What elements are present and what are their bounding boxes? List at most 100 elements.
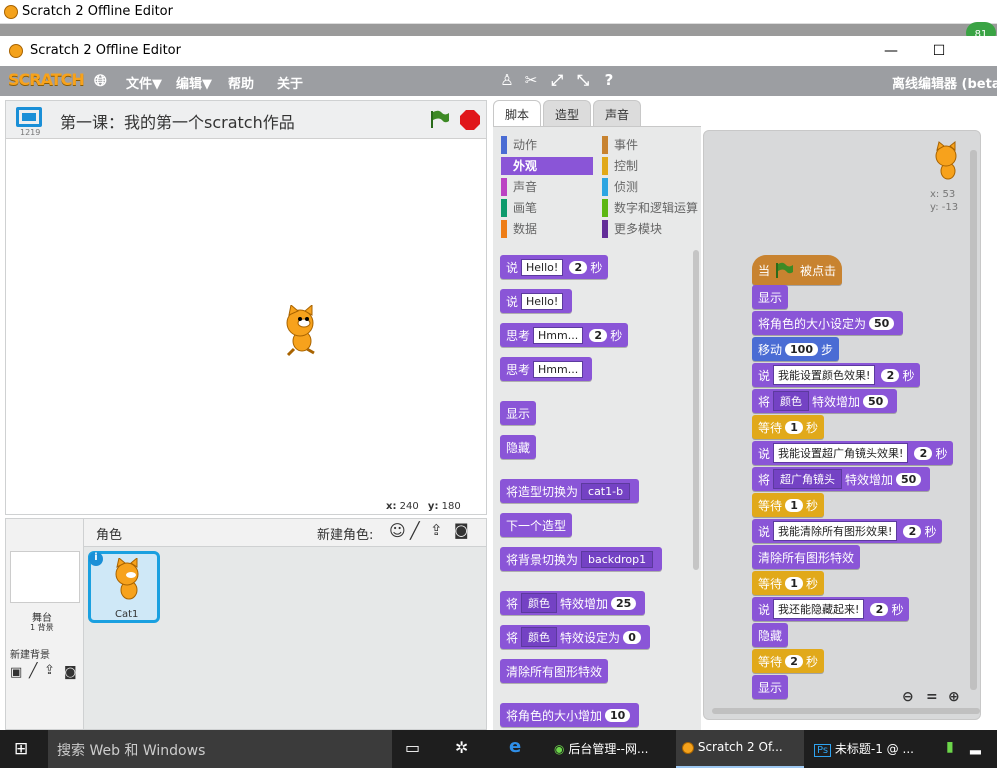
menu-help[interactable]: 帮助 bbox=[228, 73, 254, 92]
text-input[interactable]: Hello! bbox=[521, 292, 564, 310]
pinwheel-icon[interactable]: ✲ bbox=[455, 738, 468, 757]
number-input[interactable]: 1 bbox=[785, 498, 804, 512]
duplicate-icon[interactable]: ♙ bbox=[497, 71, 517, 91]
block-change-effect[interactable]: 将 颜色 特效增加 25 bbox=[500, 591, 646, 615]
camera-sprite-icon[interactable]: ◙ bbox=[454, 521, 469, 539]
menu-edit[interactable]: 编辑▼ bbox=[176, 73, 212, 92]
shrink-icon[interactable]: ⤡ bbox=[573, 71, 593, 91]
block-say[interactable]: 说 Hello! bbox=[500, 289, 573, 313]
menu-about[interactable]: 关于 bbox=[277, 73, 303, 92]
block-change-effect[interactable]: 将 颜色 特效增加 50 bbox=[752, 389, 898, 413]
block-set-size[interactable]: 将角色的大小设定为 50 bbox=[752, 311, 904, 335]
block-when-flag-clicked[interactable]: 当 被点击 bbox=[752, 255, 843, 285]
block-wait[interactable]: 等待 1 秒 bbox=[752, 571, 825, 595]
help-icon[interactable]: ? bbox=[599, 71, 619, 91]
text-input[interactable]: 我能设置超广角镜头效果! bbox=[773, 443, 909, 463]
battery-icon[interactable]: ▮ bbox=[946, 739, 954, 755]
effect-dropdown[interactable]: 超广角镜头 bbox=[773, 469, 843, 489]
number-input[interactable]: 50 bbox=[896, 472, 922, 486]
cat-sprite[interactable] bbox=[274, 305, 326, 357]
number-input[interactable]: 0 bbox=[623, 630, 642, 644]
tab-scripts[interactable]: 脚本 bbox=[493, 100, 541, 126]
number-input[interactable]: 1 bbox=[785, 420, 804, 434]
script-area-vertical-scrollbar[interactable] bbox=[970, 150, 977, 690]
maximize-button[interactable]: ☐ bbox=[916, 36, 962, 66]
block-say-for-secs[interactable]: 说 我能设置颜色效果! 2 秒 bbox=[752, 363, 921, 387]
number-input[interactable]: 100 bbox=[785, 342, 818, 356]
category-operators[interactable]: 数字和逻辑运算 bbox=[602, 199, 698, 217]
number-input[interactable]: 50 bbox=[863, 394, 889, 408]
stage-canvas[interactable] bbox=[6, 139, 486, 499]
green-flag-icon[interactable] bbox=[428, 108, 450, 130]
script-area-horizontal-scrollbar[interactable] bbox=[712, 708, 980, 714]
grow-icon[interactable]: ⤢ bbox=[547, 71, 567, 91]
number-input[interactable]: 50 bbox=[869, 316, 895, 330]
block-switch-backdrop[interactable]: 将背景切换为 backdrop1 bbox=[500, 547, 663, 571]
cut-icon[interactable]: ✂ bbox=[521, 71, 541, 91]
task-view-icon[interactable]: ▭ bbox=[405, 738, 420, 757]
effect-dropdown[interactable]: 颜色 bbox=[521, 593, 558, 613]
upload-backdrop-icon[interactable]: ⇪ bbox=[44, 663, 55, 678]
block-clear-effects[interactable]: 清除所有图形特效 bbox=[500, 659, 609, 683]
block-show[interactable]: 显示 bbox=[500, 401, 537, 425]
text-input[interactable]: Hello! bbox=[521, 258, 564, 276]
number-input[interactable]: 25 bbox=[611, 596, 637, 610]
sprite-thumbnail-cat1[interactable]: i Cat1 bbox=[88, 551, 160, 623]
block-set-effect[interactable]: 将 颜色 特效设定为 0 bbox=[500, 625, 651, 649]
block-wait[interactable]: 等待 2 秒 bbox=[752, 649, 825, 673]
block-show[interactable]: 显示 bbox=[752, 285, 789, 309]
text-input[interactable]: Hmm... bbox=[533, 326, 584, 344]
number-input[interactable]: 2 bbox=[785, 654, 804, 668]
category-looks[interactable]: 外观 bbox=[501, 157, 593, 175]
category-data[interactable]: 数据 bbox=[501, 220, 593, 238]
text-input[interactable]: 我能设置颜色效果! bbox=[773, 365, 876, 385]
category-events[interactable]: 事件 bbox=[602, 136, 698, 154]
taskbar-item-admin[interactable]: ◉ 后台管理--网... bbox=[548, 730, 672, 768]
number-input[interactable]: 2 bbox=[914, 446, 933, 460]
palette-scrollbar[interactable] bbox=[693, 250, 699, 570]
tab-sounds[interactable]: 声音 bbox=[593, 100, 641, 126]
number-input[interactable]: 2 bbox=[903, 524, 922, 538]
block-say-for-secs[interactable]: 说 我能设置超广角镜头效果! 2 秒 bbox=[752, 441, 954, 465]
category-pen[interactable]: 画笔 bbox=[501, 199, 593, 217]
number-input[interactable]: 1 bbox=[785, 576, 804, 590]
taskbar-item-photoshop[interactable]: Ps 未标题-1 @ ... bbox=[808, 730, 936, 768]
category-sensing[interactable]: 侦测 bbox=[602, 178, 698, 196]
block-switch-costume[interactable]: 将造型切换为 cat1-b bbox=[500, 479, 640, 503]
costume-dropdown[interactable]: cat1-b bbox=[581, 482, 631, 500]
block-wait[interactable]: 等待 1 秒 bbox=[752, 415, 825, 439]
menu-file[interactable]: 文件▼ bbox=[126, 73, 162, 92]
library-sprite-icon[interactable]: ☺ bbox=[389, 521, 406, 540]
block-change-effect[interactable]: 将 超广角镜头 特效增加 50 bbox=[752, 467, 931, 491]
stage-thumbnail[interactable] bbox=[10, 551, 80, 603]
backdrop-dropdown[interactable]: backdrop1 bbox=[581, 550, 654, 568]
fullscreen-icon[interactable] bbox=[16, 107, 42, 127]
number-input[interactable]: 2 bbox=[881, 368, 900, 382]
paint-sprite-icon[interactable]: ╱ bbox=[410, 521, 420, 540]
network-icon[interactable]: ▂ bbox=[970, 739, 981, 755]
brush-icon[interactable]: ╱ bbox=[29, 663, 37, 679]
block-say-for-secs[interactable]: 说 我能清除所有图形效果! 2 秒 bbox=[752, 519, 943, 543]
block-hide[interactable]: 隐藏 bbox=[500, 435, 537, 459]
block-change-size[interactable]: 将角色的大小增加 10 bbox=[500, 703, 640, 727]
edge-browser-icon[interactable]: e bbox=[509, 736, 521, 757]
block-next-costume[interactable]: 下一个造型 bbox=[500, 513, 573, 537]
block-hide[interactable]: 隐藏 bbox=[752, 623, 789, 647]
upload-sprite-icon[interactable]: ⇪ bbox=[430, 521, 443, 539]
number-input[interactable]: 2 bbox=[870, 602, 889, 616]
zoom-out-icon[interactable]: ⊖ bbox=[902, 689, 914, 705]
category-motion[interactable]: 动作 bbox=[501, 136, 593, 154]
scratch-logo[interactable]: SCRATCH bbox=[8, 70, 85, 89]
text-input[interactable]: 我能清除所有图形效果! bbox=[773, 521, 898, 541]
block-say-for-secs[interactable]: 说 我还能隐藏起来! 2 秒 bbox=[752, 597, 910, 621]
tab-costumes[interactable]: 造型 bbox=[543, 100, 591, 126]
zoom-reset-icon[interactable]: = bbox=[926, 689, 938, 705]
block-clear-effects[interactable]: 清除所有图形特效 bbox=[752, 545, 861, 569]
block-wait[interactable]: 等待 1 秒 bbox=[752, 493, 825, 517]
globe-icon[interactable]: 🌐︎ bbox=[94, 71, 107, 91]
script-area[interactable]: x: 53 y: -13 当 被点击 显示 将角色的大小设定为 50 移动 10… bbox=[703, 130, 981, 720]
number-input[interactable]: 10 bbox=[605, 708, 631, 722]
number-input[interactable]: 2 bbox=[569, 260, 588, 274]
info-icon[interactable]: i bbox=[89, 552, 103, 566]
camera-backdrop-icon[interactable]: ◙ bbox=[64, 665, 77, 680]
